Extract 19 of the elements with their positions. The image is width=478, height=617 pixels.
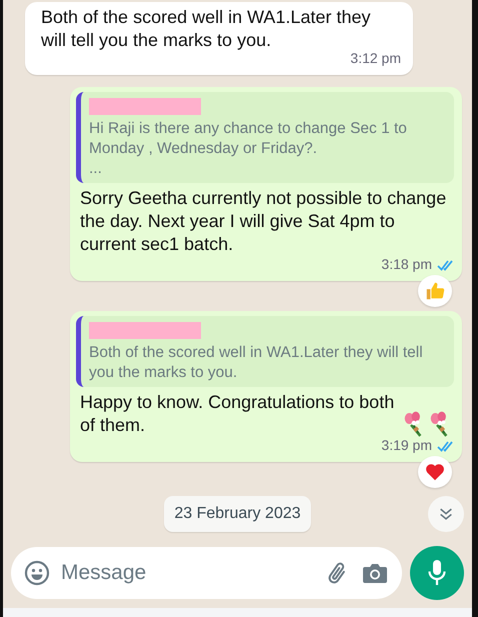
- quoted-text: Both of the scored well in WA1.Later they will tell you the marks to you.: [89, 343, 424, 383]
- message-text: Sorry Geetha currently not possible to change the day. Next year I will give Sat 4pm to current sec1 batch.: [80, 187, 448, 256]
- date-chip: 23 February 2023: [164, 496, 311, 532]
- heart-icon: [424, 461, 446, 483]
- ellipsis: ...: [89, 159, 103, 179]
- quoted-text: Hi Raji is there any chance to change Sec 1 to Monday , Wednesday or Friday?.: [89, 119, 408, 159]
- message-time: 3:19 pm: [381, 436, 432, 455]
- double-chevron-icon: [438, 506, 454, 522]
- microphone-button[interactable]: [410, 546, 464, 600]
- message-field[interactable]: Message: [11, 547, 402, 599]
- message-time: 3:18 pm: [381, 255, 432, 274]
- thumbs-up-icon: [424, 280, 446, 302]
- microphone-icon: [427, 559, 447, 587]
- emoji-icon[interactable]: [24, 560, 50, 586]
- scroll-down-button[interactable]: [428, 496, 464, 532]
- camera-icon[interactable]: [362, 561, 388, 585]
- message-time: 3:12 pm: [350, 49, 401, 68]
- message-text: Both of the scored well in WA1.Later they will tell you the marks to you.: [41, 6, 372, 52]
- message-text: Happy to know. Congratulations to both of them.: [80, 391, 396, 437]
